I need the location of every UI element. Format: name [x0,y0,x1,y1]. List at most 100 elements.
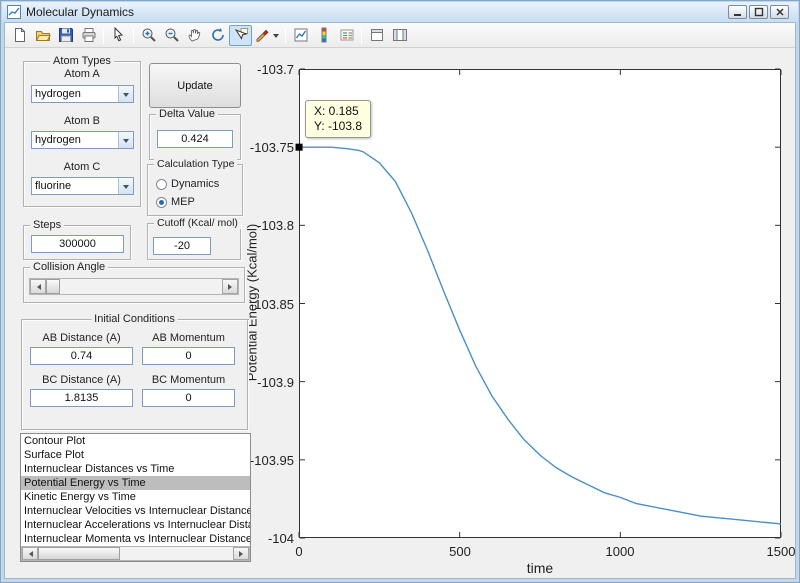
collision-angle-title: Collision Angle [30,261,109,273]
dropdown-arrow-icon[interactable] [118,86,133,102]
radio-dynamics-label: Dynamics [171,178,220,190]
scrollbar-right-arrow-icon[interactable] [233,547,249,560]
data-cursor-button[interactable] [229,24,252,46]
slider-track[interactable] [46,279,222,294]
brush-dropdown-icon[interactable] [273,33,279,41]
list-item[interactable]: Contour Plot [21,434,250,448]
radio-mep[interactable] [156,196,167,208]
scrollbar-left-arrow-icon[interactable] [22,547,38,560]
cutoff-panel: Cutoff (Kcal/ mol) [147,217,241,260]
link-plot-button[interactable] [289,25,312,46]
x-tick-label: 1500 [766,544,795,559]
slider-left-arrow-icon[interactable] [30,279,46,294]
legend-icon [340,29,353,41]
slider-thumb[interactable] [46,279,60,294]
update-button[interactable]: Update [149,63,241,108]
list-item[interactable]: Internuclear Momenta vs Internuclear Dis… [21,532,250,546]
save-icon [58,28,73,42]
scrollbar-thumb[interactable] [38,547,120,560]
print-icon [82,28,95,42]
cutoff-input[interactable] [153,237,211,255]
bc-momentum-input[interactable] [142,389,235,407]
show-plot-tools-button[interactable] [388,25,411,46]
delta-value-input[interactable] [157,130,233,148]
rotate-3d-button[interactable] [206,25,229,46]
steps-title: Steps [30,219,65,231]
atom-c-select[interactable]: fluorine [31,177,134,195]
insert-legend-button[interactable] [335,25,358,46]
close-button[interactable] [770,5,789,19]
x-tick-label: 0 [295,544,303,559]
list-item[interactable]: Internuclear Velocities vs Internuclear … [21,504,250,518]
plot-canvas[interactable] [295,68,782,539]
data-cursor-icon [234,28,248,40]
x-tick-label: 500 [449,544,471,559]
atom-b-select[interactable]: hydrogen [31,131,134,149]
hide-plot-tools-icon [370,29,383,41]
atom-a-select[interactable]: hydrogen [31,85,134,103]
calculation-type-panel: Calculation Type Dynamics MEP [147,158,243,216]
radio-dynamics[interactable] [156,178,167,190]
listbox-horizontal-scrollbar[interactable] [21,546,250,561]
print-figure-button[interactable] [77,25,100,46]
minimize-button[interactable] [728,5,747,19]
datatip[interactable]: X: 0.185 Y: -103.8 [305,100,372,138]
atom-b-value: hydrogen [35,134,81,146]
new-figure-button[interactable] [8,25,31,46]
list-item[interactable]: Kinetic Energy vs Time [21,490,250,504]
insert-colorbar-button[interactable] [312,25,335,46]
radio-mep-row[interactable]: MEP [156,196,195,208]
minimize-icon [733,14,741,16]
bc-distance-input[interactable] [30,389,133,407]
brush-data-button[interactable] [252,25,282,46]
atom-types-panel: Atom Types Atom A hydrogen Atom B hydrog… [23,55,141,207]
zoom-out-button[interactable] [160,25,183,46]
open-file-button[interactable] [31,25,54,46]
collision-angle-panel: Collision Angle [23,261,245,303]
title-bar[interactable]: Molecular Dynamics [2,2,798,22]
maximize-button[interactable] [749,5,768,19]
collision-angle-slider[interactable] [29,278,239,295]
figure-window-icon [7,5,21,19]
ab-distance-label: AB Distance (A) [42,332,121,344]
initial-conditions-panel: Initial Conditions AB Distance (A) AB Mo… [21,313,248,430]
radio-dynamics-row[interactable]: Dynamics [156,178,219,190]
scrollbar-track[interactable] [38,547,233,560]
rotate-3d-icon [211,28,224,41]
brush-icon [256,29,269,42]
steps-input[interactable] [31,235,124,253]
plot-type-listbox[interactable]: Contour Plot Surface Plot Internuclear D… [20,433,251,562]
window-title: Molecular Dynamics [26,5,135,19]
figure-canvas: Potential Energy (Kcal/mol) Atom Types A… [5,48,795,578]
toolbar-separator [285,26,286,44]
slider-right-arrow-icon[interactable] [222,279,238,294]
list-item[interactable]: Internuclear Distances vs Time [21,462,250,476]
plot-axes[interactable]: X: 0.185 Y: -103.8 [295,68,782,539]
pan-button[interactable] [183,25,206,46]
atom-a-value: hydrogen [35,88,81,100]
list-item[interactable]: Surface Plot [21,448,250,462]
x-tick-label: 1000 [605,544,635,559]
dropdown-arrow-icon[interactable] [118,178,133,194]
zoom-in-icon [142,28,156,42]
delta-value-panel: Delta Value [149,108,241,160]
new-icon [14,28,25,42]
save-figure-button[interactable] [54,25,77,46]
toolbar-separator [133,26,134,44]
ab-distance-input[interactable] [30,347,133,365]
bc-distance-label: BC Distance (A) [42,374,121,386]
ab-momentum-label: AB Momentum [152,332,225,344]
list-item-selected[interactable]: Potential Energy vs Time [21,476,250,490]
toolbar-separator [361,26,362,44]
edit-plot-button[interactable] [107,25,130,46]
dropdown-arrow-icon[interactable] [118,132,133,148]
hide-plot-tools-button[interactable] [365,25,388,46]
ab-momentum-input[interactable] [142,347,235,365]
list-item[interactable]: Internuclear Accelerations vs Internucle… [21,518,250,532]
zoom-in-button[interactable] [137,25,160,46]
atom-a-label: Atom A [64,68,100,80]
atom-c-label: Atom C [63,161,101,173]
y-tick-label: -103.75 [249,140,294,155]
y-tick-label: -103.8 [257,218,294,233]
atom-c-value: fluorine [35,180,72,192]
